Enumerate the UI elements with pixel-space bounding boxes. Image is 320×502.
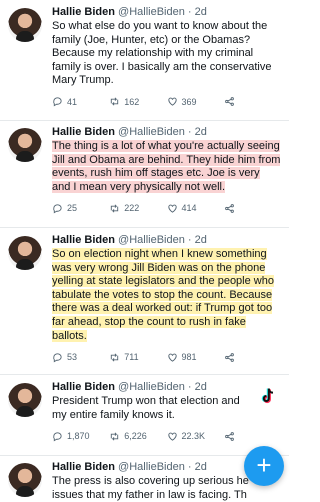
tiktok-icon <box>261 388 274 404</box>
retweet-button[interactable]: 6,226 <box>109 431 166 442</box>
author-handle[interactable]: @HallieBiden <box>118 126 185 138</box>
tweet-text: So what else do you want to know about t… <box>52 20 272 87</box>
tweet-actions: 41 162 369 <box>52 96 281 108</box>
retweet-button[interactable]: 222 <box>109 203 166 214</box>
author-name[interactable]: Hallie Biden <box>52 234 115 246</box>
retweet-button[interactable]: 711 <box>109 352 166 363</box>
reply-icon <box>53 432 62 442</box>
like-button[interactable]: 22.3K <box>167 431 224 442</box>
like-button[interactable]: 414 <box>167 203 224 214</box>
tweet-header: Hallie Biden @HallieBiden · 2d <box>52 234 281 247</box>
reply-icon <box>53 353 62 363</box>
author-handle[interactable]: @HallieBiden <box>118 234 185 246</box>
tweet-1[interactable]: Hallie Biden @HallieBiden · 2d So what e… <box>0 6 289 108</box>
author-name[interactable]: Hallie Biden <box>52 381 115 393</box>
avatar[interactable] <box>8 8 42 42</box>
tweet-header: Hallie Biden @HallieBiden · 2d <box>52 381 281 394</box>
author-name[interactable]: Hallie Biden <box>52 126 115 138</box>
highlighted-text: So on election night when I knew somethi… <box>52 248 274 342</box>
like-button[interactable]: 369 <box>167 96 224 107</box>
retweet-icon <box>111 432 119 441</box>
avatar[interactable] <box>8 236 42 270</box>
tweet-text: So on election night when I knew somethi… <box>52 248 281 343</box>
reply-count: 41 <box>67 96 78 107</box>
author-handle[interactable]: @HallieBiden <box>118 381 185 393</box>
retweet-count: 6,226 <box>124 431 147 442</box>
retweet-icon <box>111 204 119 213</box>
like-count: 369 <box>181 96 197 107</box>
divider <box>0 374 289 375</box>
author-handle[interactable]: @HallieBiden <box>118 6 185 18</box>
tweet-3[interactable]: Hallie Biden @HallieBiden · 2d So on ele… <box>0 234 289 363</box>
share-button[interactable] <box>224 352 281 363</box>
reply-button[interactable]: 25 <box>52 203 109 214</box>
tweet-time: · 2d <box>187 234 207 246</box>
reply-count: 53 <box>67 352 78 363</box>
reply-count: 25 <box>67 203 78 214</box>
share-icon <box>224 204 234 213</box>
tweet-actions: 53 711 981 <box>52 351 281 363</box>
like-icon <box>167 353 177 362</box>
author-handle[interactable]: @HallieBiden <box>118 461 185 473</box>
tweet-4[interactable]: Hallie Biden @HallieBiden · 2d President… <box>0 381 289 442</box>
avatar[interactable] <box>8 383 42 417</box>
tweet-actions: 25 222 414 <box>52 202 281 214</box>
tweet-time: · 2d <box>187 381 207 393</box>
reply-count: 1,870 <box>67 431 90 442</box>
retweet-button[interactable]: 162 <box>109 96 166 107</box>
retweet-count: 162 <box>124 96 140 107</box>
tweet-text: The press is also covering up serious he… <box>52 475 249 501</box>
author-name[interactable]: Hallie Biden <box>52 6 115 18</box>
divider <box>0 227 289 228</box>
reply-icon <box>53 204 62 214</box>
highlighted-text: The thing is a lot of what you're actual… <box>52 140 281 193</box>
tweet-2[interactable]: Hallie Biden @HallieBiden · 2d The thing… <box>0 126 289 214</box>
share-icon <box>224 431 234 441</box>
share-icon <box>224 352 234 362</box>
retweet-icon <box>111 97 119 106</box>
reply-icon <box>53 97 62 107</box>
tweet-header: Hallie Biden @HallieBiden · 2d <box>52 126 281 139</box>
like-icon <box>167 204 177 213</box>
avatar[interactable] <box>8 128 42 162</box>
avatar[interactable] <box>8 463 42 497</box>
like-count: 22.3K <box>181 431 206 442</box>
share-button[interactable] <box>224 431 281 442</box>
compose-button[interactable]: + <box>244 446 284 486</box>
reply-button[interactable]: 53 <box>52 352 109 363</box>
share-icon <box>224 97 234 107</box>
tweet-header: Hallie Biden @HallieBiden · 2d <box>52 6 281 19</box>
like-icon <box>167 432 177 441</box>
like-count: 414 <box>181 203 197 214</box>
reply-button[interactable]: 41 <box>52 96 109 107</box>
retweet-count: 222 <box>124 203 140 214</box>
retweet-count: 711 <box>124 352 139 363</box>
reply-button[interactable]: 1,870 <box>52 431 109 442</box>
tweet-time: · 2d <box>187 6 207 18</box>
share-button[interactable] <box>224 96 281 107</box>
retweet-icon <box>111 353 119 362</box>
like-button[interactable]: 981 <box>167 352 224 363</box>
tweet-text: The thing is a lot of what you're actual… <box>52 140 281 194</box>
like-count: 981 <box>181 352 197 363</box>
tweet-actions: 1,870 6,226 22.3K <box>52 430 281 442</box>
compose-icon: + <box>256 450 272 480</box>
tweet-text: President Trump won that election and my… <box>52 395 240 421</box>
author-name[interactable]: Hallie Biden <box>52 461 115 473</box>
tweet-time: · 2d <box>187 461 207 473</box>
like-icon <box>167 98 177 107</box>
divider <box>0 120 289 121</box>
share-button[interactable] <box>224 203 281 214</box>
tweet-time: · 2d <box>187 126 207 138</box>
